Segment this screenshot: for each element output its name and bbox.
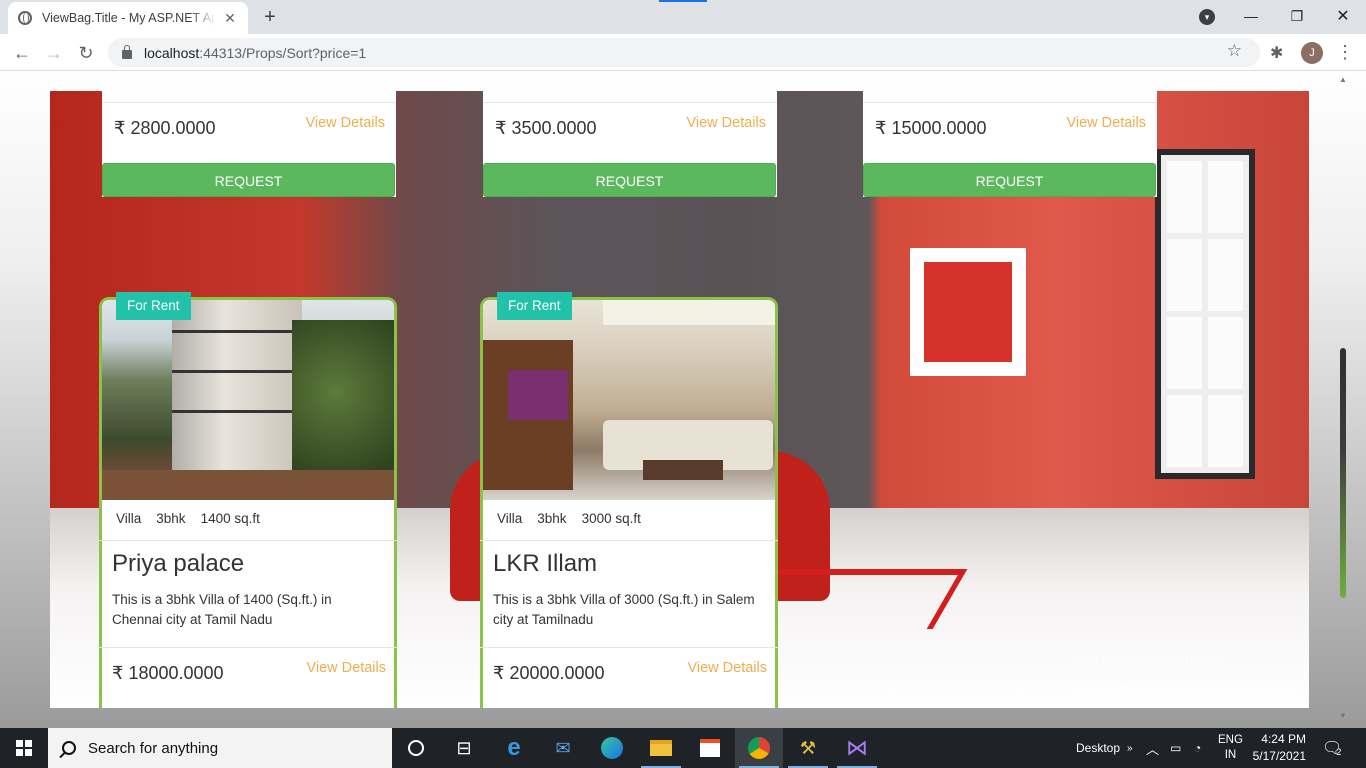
clock-time: 4:24 PM: [1261, 732, 1306, 746]
property-description: This is a 3bhk Villa of 1400 (Sq.ft.) in…: [112, 592, 332, 627]
property-area: 1400 sq.ft: [200, 511, 260, 526]
scroll-up-icon[interactable]: ▲: [1339, 75, 1347, 84]
close-window-button[interactable]: ✕: [1320, 0, 1366, 32]
window-decor: [1155, 149, 1255, 479]
property-card: ₹ 3500.0000 View Details REQUEST: [483, 91, 777, 197]
tools-icon[interactable]: ⚒: [784, 728, 832, 768]
back-arrow-icon[interactable]: ←: [8, 39, 36, 67]
price: ₹ 2800.0000: [114, 118, 216, 138]
visual-studio-icon[interactable]: ⋈: [833, 728, 881, 768]
property-card: ₹ 2800.0000 View Details REQUEST: [102, 91, 396, 197]
property-description: This is a 3bhk Villa of 3000 (Sq.ft.) in…: [493, 592, 755, 627]
cortana-icon[interactable]: [392, 728, 440, 768]
property-meta: Villa 3bhk 1400 sq.ft: [116, 511, 260, 526]
browser-toolbar: ← → ↻ localhost :44313/Props/Sort?price=…: [0, 34, 1366, 71]
browser-tab[interactable]: ViewBag.Title - My ASP.NET Application ✕: [8, 2, 248, 34]
view-details-link[interactable]: View Details: [305, 115, 385, 131]
wifi-icon[interactable]: ◔: [1194, 728, 1201, 768]
tab-title: ViewBag.Title - My ASP.NET Application: [42, 11, 216, 25]
property-bhk: 3bhk: [537, 511, 567, 526]
view-details-link[interactable]: View Details: [686, 115, 766, 131]
close-tab-icon[interactable]: ✕: [222, 10, 238, 27]
chrome-icon[interactable]: [735, 728, 783, 768]
view-details-link[interactable]: View Details: [687, 660, 767, 676]
globe-icon: [18, 11, 32, 25]
address-bar[interactable]: localhost :44313/Props/Sort?price=1 ☆: [108, 38, 1260, 67]
request-button[interactable]: REQUEST: [102, 163, 395, 197]
lock-icon[interactable]: [122, 44, 132, 59]
notification-center-icon[interactable]: 🗨 2: [1322, 728, 1342, 768]
price: ₹ 18000.0000: [112, 663, 224, 683]
system-clock[interactable]: 4:24 PM 5/17/2021: [1226, 731, 1306, 765]
property-meta: Villa 3bhk 3000 sq.ft: [497, 511, 641, 526]
scrollbar-thumb[interactable]: [1340, 348, 1346, 598]
for-rent-badge: For Rent: [497, 292, 572, 320]
watermark-subtitle: Go to Settings to activate Windows.: [1073, 677, 1294, 693]
vertical-scrollbar[interactable]: ▲ ▼: [1338, 71, 1348, 728]
view-details-link[interactable]: View Details: [1066, 115, 1146, 131]
property-type: Villa: [497, 511, 523, 526]
listing-card: For Rent Villa 3bhk 3000 sq.ft LKR Illam…: [480, 292, 778, 708]
scroll-down-icon[interactable]: ▼: [1339, 711, 1347, 720]
profile-avatar[interactable]: J: [1301, 42, 1323, 64]
url-host: localhost: [144, 44, 200, 61]
store-icon[interactable]: [686, 728, 734, 768]
url-path: :44313/Props/Sort?price=1: [199, 44, 367, 61]
search-placeholder: Search for anything: [88, 739, 219, 757]
task-view-icon[interactable]: ⊟: [440, 728, 488, 768]
property-type: Villa: [116, 511, 142, 526]
notification-count: 2: [1336, 747, 1342, 757]
internet-explorer-icon[interactable]: e: [490, 728, 538, 768]
property-card: ₹ 15000.0000 View Details REQUEST: [863, 91, 1157, 197]
wall-art-decor: [910, 248, 1026, 376]
desktop-toolbar-label[interactable]: Desktop: [1076, 728, 1120, 768]
show-hidden-icons[interactable]: ︿: [1146, 728, 1159, 768]
apartment-building-photo[interactable]: [102, 300, 394, 500]
start-button[interactable]: [0, 728, 48, 768]
listing-card: For Rent Villa 3bhk 1400 sq.ft Priya pal…: [99, 292, 397, 708]
windows-logo-icon: [16, 740, 32, 756]
living-room-photo[interactable]: [483, 300, 775, 500]
kebab-menu-icon[interactable]: ⋮: [1336, 41, 1354, 63]
property-name[interactable]: Priya palace: [112, 550, 244, 578]
property-bhk: 3bhk: [156, 511, 186, 526]
toolbar-expand-icon[interactable]: »: [1127, 728, 1133, 768]
edge-icon[interactable]: [588, 728, 636, 768]
reload-icon[interactable]: ↻: [72, 39, 100, 67]
minimize-button[interactable]: —: [1228, 0, 1274, 32]
price: ₹ 15000.0000: [875, 118, 987, 138]
browser-tab-strip: ViewBag.Title - My ASP.NET Application ✕…: [0, 0, 1366, 34]
mail-icon[interactable]: ✉: [539, 728, 587, 768]
activate-windows-watermark: Activate Windows Go to Settings to activ…: [1073, 651, 1294, 693]
extensions-puzzle-icon[interactable]: ✱: [1270, 43, 1283, 63]
tab-search-icon[interactable]: ▾: [1199, 9, 1215, 25]
price: ₹ 20000.0000: [493, 663, 605, 683]
file-explorer-icon[interactable]: [637, 728, 685, 768]
forward-arrow-icon[interactable]: →: [40, 39, 68, 67]
page-viewport: ₹ 2800.0000 View Details REQUEST ₹ 3500.…: [0, 71, 1366, 728]
property-name[interactable]: LKR Illam: [493, 550, 597, 578]
tab-indicator: [659, 0, 707, 2]
new-tab-button[interactable]: +: [258, 6, 282, 28]
windows-taskbar: Search for anything ⊟ e ✉ ⚒ ⋈ Desktop » …: [0, 728, 1366, 768]
bookmark-star-icon[interactable]: ☆: [1227, 41, 1242, 61]
view-details-link[interactable]: View Details: [306, 660, 386, 676]
for-rent-badge: For Rent: [116, 292, 191, 320]
price: ₹ 3500.0000: [495, 118, 597, 138]
room-background-image: ₹ 2800.0000 View Details REQUEST ₹ 3500.…: [50, 91, 1309, 708]
request-button[interactable]: REQUEST: [483, 163, 776, 197]
taskbar-search-box[interactable]: Search for anything: [48, 728, 392, 768]
restore-button[interactable]: ❐: [1274, 0, 1320, 32]
property-area: 3000 sq.ft: [581, 511, 641, 526]
watermark-title: Activate Windows: [1073, 651, 1223, 672]
clock-date: 5/17/2021: [1252, 749, 1306, 763]
request-button[interactable]: REQUEST: [863, 163, 1156, 197]
battery-icon[interactable]: ▭: [1170, 728, 1181, 768]
search-icon: [62, 741, 76, 755]
